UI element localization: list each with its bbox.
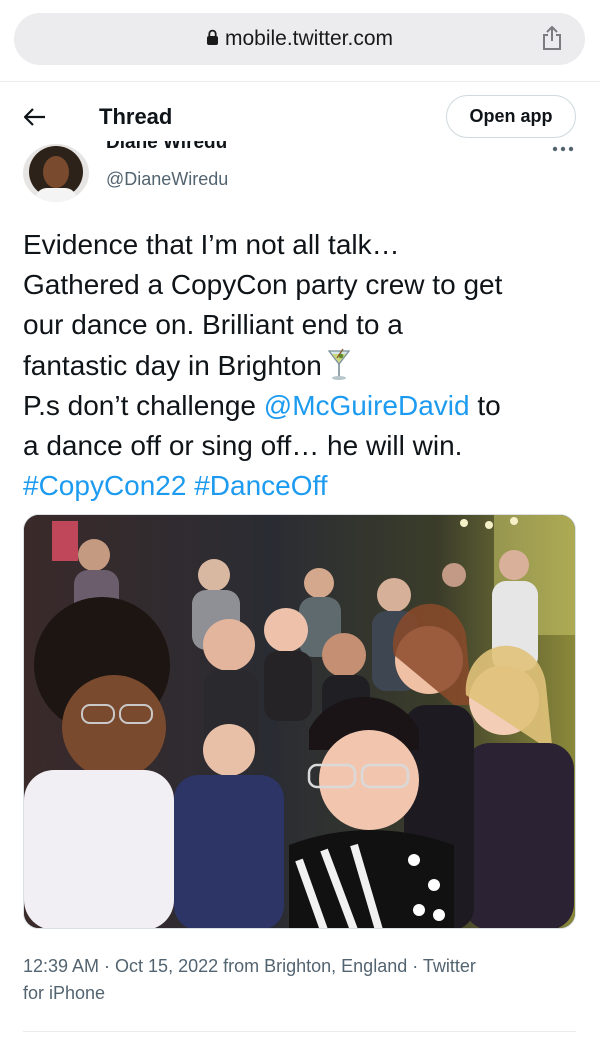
- author-name[interactable]: Diane Wiredu: [106, 141, 227, 154]
- more-options-icon[interactable]: [552, 145, 574, 153]
- hashtag-link[interactable]: #CopyCon22: [23, 470, 186, 501]
- author-handle[interactable]: @DianeWiredu: [106, 169, 228, 190]
- tweet-line: fantastic day in Brighton: [23, 346, 583, 386]
- source-line[interactable]: for iPhone: [23, 980, 563, 1007]
- cocktail-glass-icon: [327, 348, 351, 380]
- tweet-metadata: 12:39 AM · Oct 15, 2022 from Brighton, E…: [23, 953, 563, 1007]
- mention-link[interactable]: @McGuireDavid: [264, 390, 470, 421]
- lock-icon: [206, 29, 218, 45]
- url-display[interactable]: mobile.twitter.com: [14, 27, 585, 51]
- timestamp-line[interactable]: 12:39 AM · Oct 15, 2022 from Brighton, E…: [23, 953, 563, 980]
- tweet-line: Gathered a CopyCon party crew to get: [23, 269, 503, 301]
- share-icon[interactable]: [541, 25, 563, 51]
- tweet-line-text: to: [469, 389, 501, 421]
- hashtag-link[interactable]: #DanceOff: [194, 470, 327, 501]
- author-name-clip: Diane Wiredu: [106, 141, 306, 159]
- tweet-line-text: fantastic day in Brighton: [23, 349, 322, 381]
- back-arrow-icon[interactable]: [22, 104, 48, 130]
- tweet-line-text: P.s don’t challenge: [23, 389, 264, 421]
- divider: [23, 1031, 576, 1032]
- url-text: mobile.twitter.com: [224, 27, 394, 50]
- tweet-line: #CopyCon22 #DanceOff: [23, 466, 583, 506]
- browser-url-bar[interactable]: mobile.twitter.com: [14, 13, 585, 65]
- tweet-line: P.s don’t challenge @McGuireDavid to: [23, 386, 583, 426]
- tweet-photo-image: [24, 515, 575, 928]
- tweet-line: a dance off or sing off… he will win.: [23, 429, 463, 461]
- page-title: Thread: [99, 104, 173, 129]
- tweet-text: Evidence that I’m not all talk… Gathered…: [23, 225, 583, 506]
- avatar[interactable]: [23, 144, 89, 202]
- header-divider: [0, 81, 600, 82]
- tweet-line: Evidence that I’m not all talk…: [23, 229, 400, 260]
- open-app-button[interactable]: Open app: [446, 95, 576, 138]
- tweet-photo[interactable]: [23, 514, 576, 929]
- tweet-line: our dance on. Brilliant end to a: [23, 309, 403, 341]
